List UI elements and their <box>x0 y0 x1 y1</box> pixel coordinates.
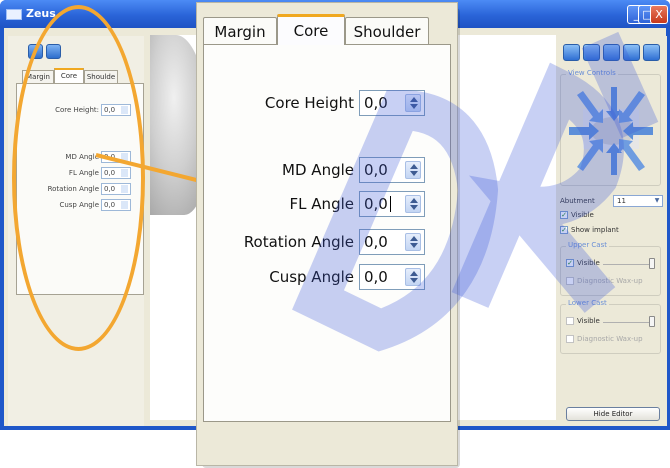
upper-cast-group: Upper Cast ✓ Visible Diagnostic Wax-up <box>560 241 661 296</box>
upper-visible-checkbox[interactable]: ✓ <box>566 259 574 267</box>
rotation-angle-input[interactable]: 0,0 <box>359 229 425 255</box>
cusp-angle-value: 0,0 <box>364 268 388 286</box>
show-implant-label: Show implant <box>571 226 619 234</box>
core-height-row: Core Height 0,0 <box>204 90 452 116</box>
app-icon <box>6 9 22 20</box>
lower-wax-checkbox[interactable] <box>566 335 574 343</box>
spinner-icon[interactable] <box>405 195 421 213</box>
hide-editor-button[interactable]: Hide Editor <box>566 407 660 421</box>
toolbar-icon-3[interactable] <box>603 44 620 61</box>
upper-cast-label: Upper Cast <box>566 241 609 249</box>
spinner-icon[interactable] <box>405 233 421 251</box>
tab-shoulder[interactable]: Shoulder <box>345 17 429 45</box>
rotation-angle-row: Rotation Angle 0,0 <box>204 229 452 255</box>
fl-angle-row: FL Angle 0,0 <box>204 191 452 217</box>
md-angle-row: MD Angle 0,0 <box>204 157 452 183</box>
tab-margin[interactable]: Margin <box>203 17 277 45</box>
refresh-icon[interactable] <box>563 44 580 61</box>
zoomed-editor-panel: Margin Core Shoulder Core Height 0,0 MD … <box>196 2 458 466</box>
view-controls-group: View Controls <box>560 69 661 186</box>
core-tab-panel: Core Height 0,0 MD Angle 0,0 FL Angle 0,… <box>203 44 451 422</box>
abutment-value: 11 <box>617 197 626 205</box>
md-angle-input[interactable]: 0,0 <box>359 157 425 183</box>
md-angle-label: MD Angle <box>282 161 354 179</box>
tab-control: Margin Core Shoulder Core Height 0,0 MD … <box>203 14 451 422</box>
core-height-value: 0,0 <box>364 94 388 112</box>
abutment-label: Abutment <box>560 197 595 205</box>
lower-visible-checkbox[interactable] <box>566 317 574 325</box>
fl-angle-value: 0,0 <box>364 195 388 213</box>
edit-icon[interactable] <box>583 44 600 61</box>
show-implant-checkbox[interactable]: ✓ <box>560 226 568 234</box>
lower-cast-group: Lower Cast Visible Diagnostic Wax-up <box>560 299 661 354</box>
abutment-select[interactable]: 11 ▼ <box>613 195 663 207</box>
cusp-angle-row: Cusp Angle 0,0 <box>204 264 452 290</box>
lower-opacity-slider[interactable] <box>649 316 655 327</box>
spinner-icon[interactable] <box>405 268 421 286</box>
spinner-icon[interactable] <box>405 94 421 112</box>
md-angle-value: 0,0 <box>364 161 388 179</box>
upper-wax-checkbox[interactable] <box>566 277 574 285</box>
rotation-angle-label: Rotation Angle <box>243 233 354 251</box>
highlight-ellipse <box>12 5 145 351</box>
visible-label: Visible <box>571 211 594 219</box>
rotation-angle-value: 0,0 <box>364 233 388 251</box>
tab-core[interactable]: Core <box>277 14 345 45</box>
lower-opacity-track[interactable] <box>603 322 653 323</box>
upper-wax-label: Diagnostic Wax-up <box>577 277 643 285</box>
upper-visible-label: Visible <box>577 259 600 267</box>
core-height-label: Core Height <box>264 94 354 112</box>
cusp-angle-input[interactable]: 0,0 <box>359 264 425 290</box>
upper-opacity-track[interactable] <box>603 264 653 265</box>
close-button[interactable]: X <box>650 5 668 24</box>
core-height-input[interactable]: 0,0 <box>359 90 425 116</box>
right-control-panel: View Controls Abutment 11 ▼ ✓ Visible ✓ … <box>557 36 667 426</box>
view-controls-label: View Controls <box>566 69 618 77</box>
view-orientation-icon[interactable] <box>565 81 657 181</box>
upper-opacity-slider[interactable] <box>649 258 655 269</box>
fl-angle-label: FL Angle <box>289 195 354 213</box>
chevron-down-icon: ▼ <box>654 197 660 204</box>
fl-angle-input[interactable]: 0,0 <box>359 191 425 217</box>
lower-visible-label: Visible <box>577 317 600 325</box>
cusp-angle-label: Cusp Angle <box>269 268 354 286</box>
toolbar-icon-5[interactable] <box>643 44 660 61</box>
spinner-icon[interactable] <box>405 161 421 179</box>
lower-cast-label: Lower Cast <box>566 299 609 307</box>
visible-checkbox[interactable]: ✓ <box>560 211 568 219</box>
lower-wax-label: Diagnostic Wax-up <box>577 335 643 343</box>
toolbar-icon-4[interactable] <box>623 44 640 61</box>
